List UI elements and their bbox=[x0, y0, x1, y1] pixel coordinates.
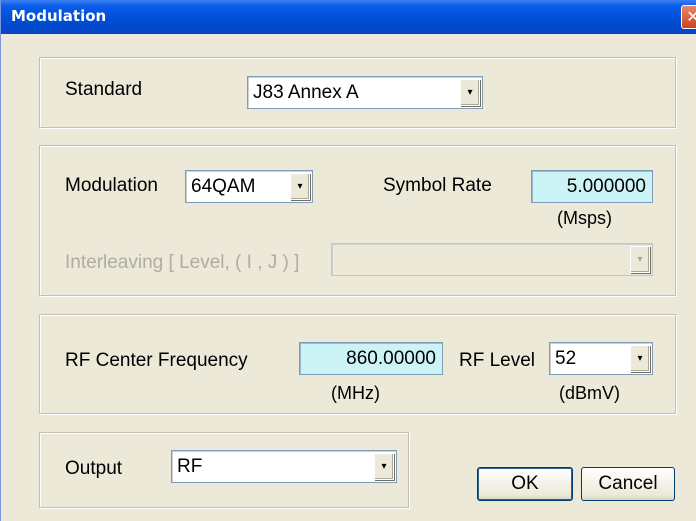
rf-center-frequency-unit: (MHz) bbox=[331, 383, 380, 403]
rf-center-frequency-label: RF Center Frequency bbox=[65, 350, 248, 371]
symbol-rate-unit: (Msps) bbox=[557, 208, 612, 228]
symbol-rate-field[interactable]: 5.000000 bbox=[531, 170, 653, 203]
rf-level-select-value: 52 bbox=[555, 348, 577, 369]
modulation-dialog: Modulation ✕ Standard J83 Annex A ▾ Modu… bbox=[0, 0, 696, 521]
symbol-rate-label: Symbol Rate bbox=[383, 175, 492, 196]
interleaving-select[interactable]: ▾ bbox=[331, 243, 653, 276]
modulation-label: Modulation bbox=[65, 175, 158, 196]
standard-label: Standard bbox=[65, 79, 143, 100]
chevron-down-icon[interactable]: ▾ bbox=[630, 345, 650, 372]
modulation-select-value: 64QAM bbox=[191, 176, 256, 197]
chevron-down-icon[interactable]: ▾ bbox=[374, 453, 394, 480]
rf-level-unit: (dBmV) bbox=[559, 383, 621, 403]
modulation-select[interactable]: 64QAM ▾ bbox=[185, 170, 313, 203]
cancel-button[interactable]: Cancel bbox=[581, 467, 675, 501]
chevron-down-icon[interactable]: ▾ bbox=[630, 246, 650, 273]
chevron-down-icon[interactable]: ▾ bbox=[460, 79, 480, 106]
output-select-value: RF bbox=[177, 456, 203, 477]
standard-select-value: J83 Annex A bbox=[253, 82, 359, 103]
window-title: Modulation bbox=[11, 7, 107, 25]
title-bar[interactable]: Modulation ✕ bbox=[1, 0, 696, 34]
ok-button-label: OK bbox=[511, 473, 539, 494]
symbol-rate-value: 5.000000 bbox=[566, 176, 646, 197]
output-select[interactable]: RF ▾ bbox=[171, 450, 397, 483]
standard-select[interactable]: J83 Annex A ▾ bbox=[247, 76, 483, 109]
close-button[interactable]: ✕ bbox=[681, 5, 696, 29]
cancel-button-label: Cancel bbox=[598, 473, 658, 494]
rf-center-frequency-value: 860.00000 bbox=[346, 348, 436, 369]
close-icon: ✕ bbox=[686, 7, 696, 26]
ok-button[interactable]: OK bbox=[477, 467, 573, 501]
rf-center-frequency-field[interactable]: 860.00000 bbox=[299, 342, 443, 375]
chevron-down-icon[interactable]: ▾ bbox=[290, 173, 310, 200]
output-label: Output bbox=[65, 458, 123, 479]
rf-level-select[interactable]: 52 ▾ bbox=[549, 342, 653, 375]
interleaving-label: Interleaving [ Level, ( I , J ) ] bbox=[65, 252, 300, 273]
rf-level-label: RF Level bbox=[459, 350, 536, 371]
